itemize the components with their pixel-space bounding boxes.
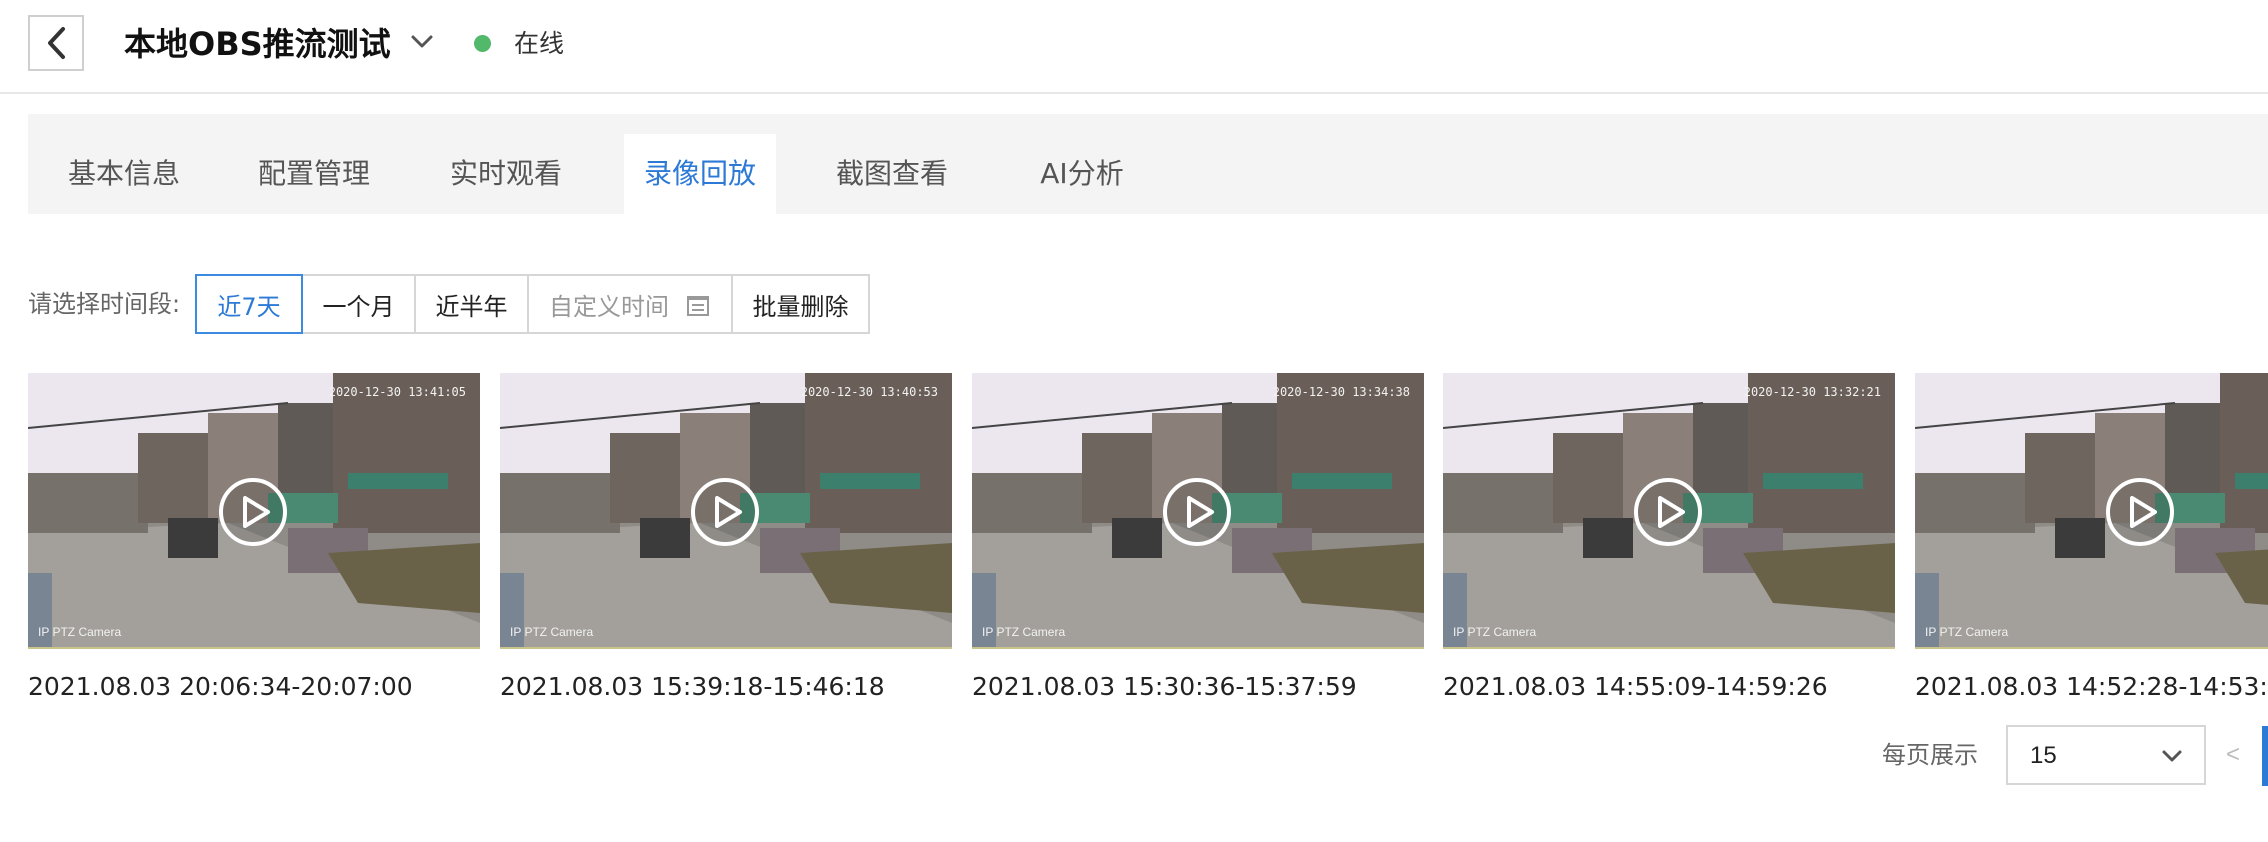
page-size-value: 15 <box>2030 742 2057 769</box>
tab-bar: 基本信息 配置管理 实时观看 录像回放 截图查看 AI分析 <box>28 114 2268 214</box>
batch-delete-button[interactable]: 批量删除 <box>731 274 870 334</box>
video-overlay-timestamp: 2020-12-30 13:41:05 <box>328 385 466 399</box>
back-button[interactable] <box>28 15 84 71</box>
chevron-down-icon <box>2162 750 2182 762</box>
chevron-left-icon <box>48 27 65 59</box>
video-time-range: 2021.08.03 15:39:18-15:46:18 <box>500 672 885 701</box>
current-page-indicator[interactable] <box>2262 726 2268 786</box>
camera-watermark: IP PTZ Camera <box>510 625 594 639</box>
video-card[interactable]: IP PTZ Camera 2021.08.03 14:52:28-14:53:… <box>1915 373 2268 703</box>
video-thumbnail[interactable]: 2020-12-30 13:41:05 IP PTZ Camera <box>28 373 480 649</box>
custom-time-picker[interactable]: 自定义时间 <box>527 274 733 334</box>
play-icon[interactable] <box>690 477 760 547</box>
status-badge: 在线 <box>514 29 565 58</box>
video-overlay-timestamp: 2020-12-30 13:32:21 <box>1743 385 1881 399</box>
time-range-label: 请选择时间段: <box>28 290 181 318</box>
street-scene-image <box>1915 373 2268 647</box>
per-page-label: 每页展示 <box>1882 741 1978 769</box>
video-thumbnail[interactable]: IP PTZ Camera <box>1915 373 2268 649</box>
video-overlay-timestamp: 2020-12-30 13:34:38 <box>1272 385 1410 399</box>
video-card[interactable]: 2020-12-30 13:32:21 IP PTZ Camera 2021.0… <box>1443 373 1895 703</box>
status-dot <box>474 35 491 52</box>
video-time-range: 2021.08.03 15:30:36-15:37:59 <box>972 672 1357 701</box>
page-title: 本地OBS推流测试 <box>124 25 391 63</box>
camera-watermark: IP PTZ Camera <box>1453 625 1537 639</box>
tab-ai-analysis[interactable]: AI分析 <box>1006 134 1158 214</box>
video-thumbnail[interactable]: 2020-12-30 13:32:21 IP PTZ Camera <box>1443 373 1895 649</box>
play-icon[interactable] <box>1633 477 1703 547</box>
video-thumbnail[interactable]: 2020-12-30 13:34:38 IP PTZ Camera <box>972 373 1424 649</box>
tab-config[interactable]: 配置管理 <box>238 134 390 214</box>
camera-watermark: IP PTZ Camera <box>982 625 1066 639</box>
play-icon[interactable] <box>1162 477 1232 547</box>
page-size-select[interactable]: 15 <box>2006 725 2206 785</box>
video-card[interactable]: 2020-12-30 13:40:53 IP PTZ Camera 2021.0… <box>500 373 952 703</box>
video-time-range: 2021.08.03 14:55:09-14:59:26 <box>1443 672 1828 701</box>
video-time-range: 2021.08.03 14:52:28-14:53:21 <box>1915 672 2268 701</box>
camera-watermark: IP PTZ Camera <box>1925 625 2009 639</box>
video-time-range: 2021.08.03 20:06:34-20:07:00 <box>28 672 413 701</box>
tab-snapshots[interactable]: 截图查看 <box>816 134 968 214</box>
range-1-month-button[interactable]: 一个月 <box>301 274 416 334</box>
video-card[interactable]: 2020-12-30 13:41:05 IP PTZ Camera 2021.0… <box>28 373 480 703</box>
custom-time-placeholder: 自定义时间 <box>549 292 669 321</box>
range-7-days-button[interactable]: 近7天 <box>195 274 303 334</box>
tab-basic-info[interactable]: 基本信息 <box>48 134 200 214</box>
camera-watermark: IP PTZ Camera <box>38 625 122 639</box>
page-header: 本地OBS推流测试 在线 <box>0 0 2268 94</box>
play-icon[interactable] <box>2105 477 2175 547</box>
tab-playback[interactable]: 录像回放 <box>624 134 776 214</box>
play-icon[interactable] <box>218 477 288 547</box>
video-card[interactable]: 2020-12-30 13:34:38 IP PTZ Camera 2021.0… <box>972 373 1424 703</box>
device-switch-dropdown[interactable] <box>406 28 438 56</box>
tab-live[interactable]: 实时观看 <box>430 134 582 214</box>
prev-page-button[interactable]: < <box>2226 738 2240 772</box>
chevron-down-icon <box>411 35 433 48</box>
range-half-year-button[interactable]: 近半年 <box>414 274 529 334</box>
calendar-icon <box>687 296 709 316</box>
video-overlay-timestamp: 2020-12-30 13:40:53 <box>800 385 938 399</box>
video-thumbnail[interactable]: 2020-12-30 13:40:53 IP PTZ Camera <box>500 373 952 649</box>
